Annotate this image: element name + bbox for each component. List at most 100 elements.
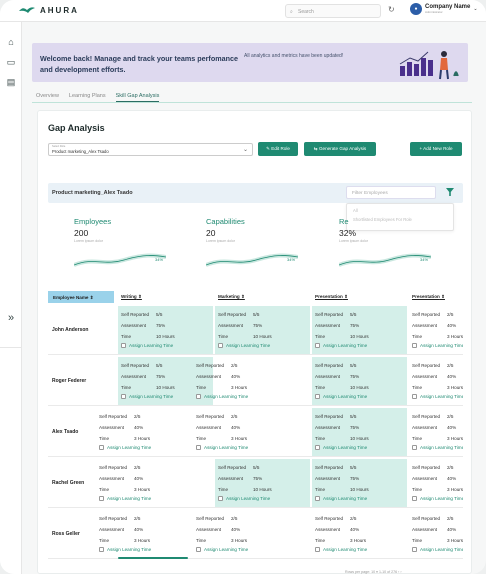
checkbox-icon[interactable]: [315, 547, 320, 552]
checkbox-icon[interactable]: [412, 496, 417, 501]
checkbox-icon[interactable]: [315, 445, 320, 450]
checkbox-icon[interactable]: [315, 394, 320, 399]
column-header-marketing[interactable]: Marketing ⇕: [218, 291, 245, 303]
assessment-label: Assessment: [99, 476, 125, 481]
checkbox-icon[interactable]: [412, 445, 417, 450]
checkbox-icon[interactable]: [99, 445, 104, 450]
book-icon[interactable]: ▭: [5, 56, 17, 68]
assign-learning-time-checkbox[interactable]: Assign Learning Time: [315, 445, 367, 450]
checkbox-icon[interactable]: [412, 394, 417, 399]
column-header-writing[interactable]: Writing ⇕: [121, 291, 142, 303]
logo-text: AHURA: [40, 5, 79, 15]
assign-learning-time-checkbox[interactable]: Assign Learning Time: [196, 445, 248, 450]
column-header-employee[interactable]: Employee Name ⇕: [48, 291, 114, 303]
assign-learning-time-checkbox[interactable]: Assign Learning Time: [412, 394, 463, 399]
sparkline: [206, 253, 298, 267]
assessment-label: Assessment: [412, 425, 438, 430]
search-placeholder: Search: [298, 9, 314, 15]
generate-gap-analysis-button[interactable]: ⇆ Generate Gap Analysis: [304, 142, 376, 156]
company-menu[interactable]: ● Company Name Administrator ⌄: [410, 3, 478, 15]
column-header-presentation-2[interactable]: Presentation ⇕: [412, 291, 445, 303]
gap-analysis-card: Gap Analysis Select Role Product marketi…: [37, 110, 472, 574]
selected-role-name: Product marketing_Alex Tsado: [52, 190, 133, 196]
expand-sidebar-icon[interactable]: »: [5, 312, 17, 324]
self-reported-value: 2/5: [447, 363, 454, 368]
checkbox-icon[interactable]: [196, 394, 201, 399]
assign-learning-time-checkbox[interactable]: Assign Learning Time: [412, 496, 463, 501]
checkbox-icon[interactable]: [121, 343, 126, 348]
assign-learning-time-checkbox[interactable]: Assign Learning Time: [412, 343, 463, 348]
assign-learning-time-checkbox[interactable]: Assign Learning Time: [315, 394, 367, 399]
edit-role-button[interactable]: ✎ Edit Role: [258, 142, 298, 156]
tab-skill-gap-analysis[interactable]: Skill Gap Analysis: [115, 93, 160, 102]
time-value: 3 Hours: [231, 538, 248, 543]
filter-employees-input[interactable]: Filter Employees: [346, 186, 436, 199]
assign-learning-time-label: Assign Learning Time: [107, 445, 152, 450]
filter-icon[interactable]: [446, 188, 454, 196]
horizontal-scrollbar[interactable]: [118, 557, 188, 559]
assign-learning-time-checkbox[interactable]: Assign Learning Time: [218, 343, 270, 348]
time-value: 10 Hours: [350, 487, 369, 492]
self-reported-label: Self Reported: [315, 414, 344, 419]
assessment-value: 40%: [350, 527, 360, 532]
assign-learning-time-checkbox[interactable]: Assign Learning Time: [315, 547, 367, 552]
assign-learning-time-checkbox[interactable]: Assign Learning Time: [99, 547, 151, 552]
checkbox-icon[interactable]: [218, 343, 223, 348]
assign-learning-time-checkbox[interactable]: Assign Learning Time: [315, 496, 367, 501]
column-header-presentation[interactable]: Presentation ⇕: [315, 291, 348, 303]
assign-learning-time-checkbox[interactable]: Assign Learning Time: [121, 394, 173, 399]
stat-desc: Lorem ipsum dolor: [339, 239, 368, 243]
checkbox-icon[interactable]: [412, 547, 417, 552]
checkbox-icon[interactable]: [315, 496, 320, 501]
refresh-icon[interactable]: ↻: [388, 5, 395, 14]
sparkline: [74, 253, 166, 267]
checkbox-icon[interactable]: [121, 394, 126, 399]
time-label: Time: [315, 538, 326, 543]
home-icon[interactable]: ⌂: [5, 36, 17, 48]
stat-pct: 34%: [155, 257, 164, 262]
role-select[interactable]: Select Role Product marketing_Alex Tsado…: [48, 143, 253, 156]
checkbox-icon[interactable]: [99, 496, 104, 501]
checkbox-icon[interactable]: [218, 496, 223, 501]
assign-learning-time-checkbox[interactable]: Assign Learning Time: [99, 496, 151, 501]
checkbox-icon[interactable]: [315, 343, 320, 348]
assign-learning-time-label: Assign Learning Time: [107, 496, 152, 501]
welcome-banner: Welcome back! Manage and track your team…: [32, 43, 468, 82]
assign-learning-time-label: Assign Learning Time: [323, 394, 368, 399]
skill-cell: Self Reported 2/5 Assessment 40% Time 3 Hours…: [193, 408, 310, 456]
assessment-label: Assessment: [315, 476, 341, 481]
assign-learning-time-checkbox[interactable]: Assign Learning Time: [412, 445, 463, 450]
filter-option-all[interactable]: All: [347, 204, 453, 213]
assessment-value: 40%: [231, 374, 241, 379]
time-label: Time: [196, 538, 207, 543]
time-value: 10 Hours: [253, 487, 272, 492]
logo-bird-icon: [19, 7, 35, 13]
table-row: Roger Federer Self Reported 5/5 Assessment 7…: [48, 356, 463, 406]
stat-desc: Lorem ipsum dolor: [74, 239, 103, 243]
assessment-label: Assessment: [218, 476, 244, 481]
assign-learning-time-checkbox[interactable]: Assign Learning Time: [196, 394, 248, 399]
search-input[interactable]: ⌕ Search: [285, 4, 381, 18]
assign-learning-time-checkbox[interactable]: Assign Learning Time: [121, 343, 173, 348]
checkbox-icon[interactable]: [99, 547, 104, 552]
assessment-value: 75%: [350, 476, 360, 481]
table-row: Rachel Green Self Reported 2/5 Assessment 40…: [48, 458, 463, 508]
self-reported-label: Self Reported: [196, 363, 225, 368]
assign-learning-time-checkbox[interactable]: Assign Learning Time: [315, 343, 367, 348]
checkbox-icon[interactable]: [196, 445, 201, 450]
assign-learning-time-checkbox[interactable]: Assign Learning Time: [99, 445, 151, 450]
time-label: Time: [412, 385, 423, 390]
pagination[interactable]: Rows per page: 10 ▾ 1-10 of 276 ‹ ›: [345, 570, 402, 574]
tab-overview[interactable]: Overview: [36, 93, 59, 102]
checkbox-icon[interactable]: [196, 547, 201, 552]
add-new-role-button[interactable]: + Add New Role: [410, 142, 462, 156]
employee-name: Rachel Green: [52, 480, 85, 486]
assign-learning-time-checkbox[interactable]: Assign Learning Time: [218, 496, 270, 501]
role-select-value: Product marketing_Alex Tsado: [52, 149, 109, 154]
assign-learning-time-checkbox[interactable]: Assign Learning Time: [196, 547, 248, 552]
skill-cell: Self Reported 5/5 Assessment 75% Time 10 Hour…: [312, 357, 407, 405]
document-icon[interactable]: ▤: [5, 76, 17, 88]
tab-learning-plans[interactable]: Learning Plans: [69, 93, 106, 102]
assign-learning-time-checkbox[interactable]: Assign Learning Time: [412, 547, 463, 552]
checkbox-icon[interactable]: [412, 343, 417, 348]
